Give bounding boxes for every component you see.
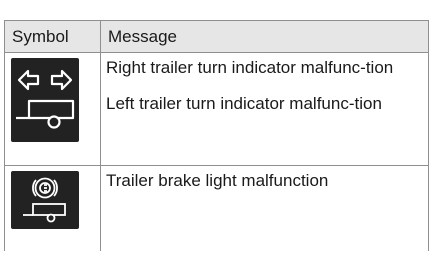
table-row: Trailer brake light malfunction (4, 165, 429, 251)
symbol-cell (4, 165, 101, 251)
trailer-turn-indicator-icon (11, 58, 79, 142)
message-text: Left trailer turn indicator malfunc-tion (106, 94, 382, 113)
message-table: Symbol Message Right trailer turn indica… (4, 20, 429, 251)
table-header-row: Symbol Message (4, 20, 429, 53)
message-cell: Trailer brake light malfunction (100, 165, 429, 251)
message-cell: Right trailer turn indicator malfunc-tio… (100, 52, 429, 166)
trailer-brake-light-icon (11, 171, 79, 229)
message-text: Right trailer turn indicator malfunc-tio… (106, 58, 394, 77)
table-row: Right trailer turn indicator malfunc-tio… (4, 52, 429, 166)
symbol-cell (4, 52, 101, 166)
message-text: Trailer brake light malfunction (106, 171, 329, 190)
symbol-column-header: Symbol (4, 20, 101, 53)
message-column-header: Message (100, 20, 429, 53)
